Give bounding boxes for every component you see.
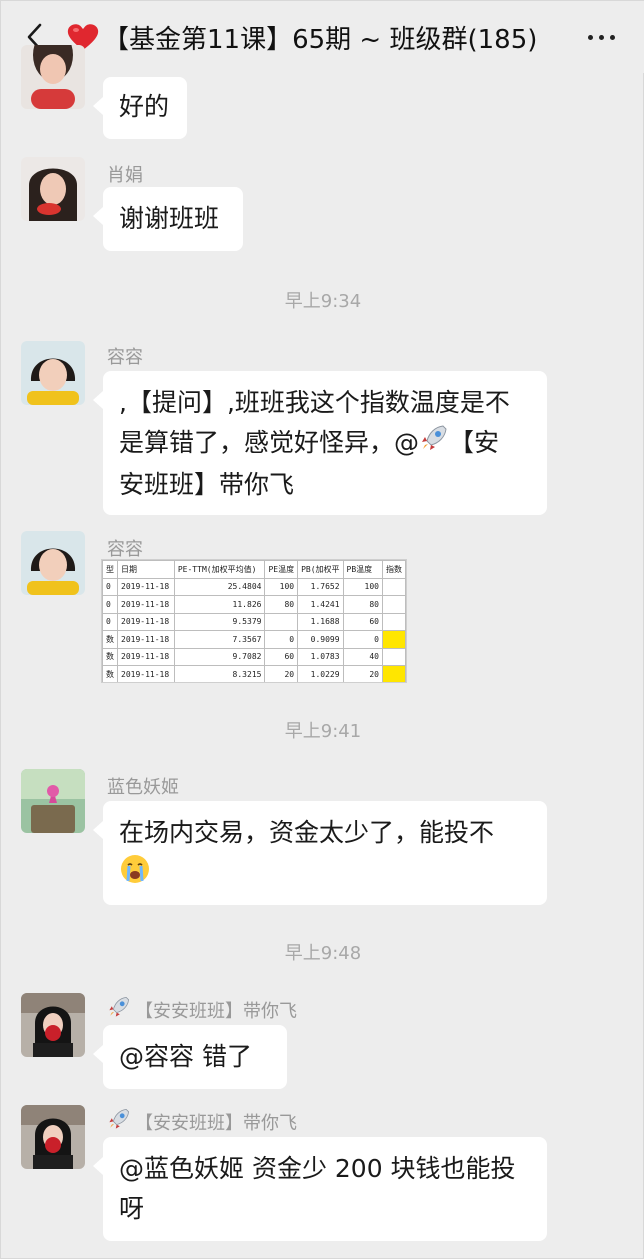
table-cell [381, 647, 406, 666]
table-cell: 20 [264, 665, 299, 682]
shared-image-table[interactable]: 型 日期 PE-TTM(加权平均值) PE温度 PB(加权平 PB温度 指数 0… [101, 559, 407, 683]
table-row: 数 2019-11-18 7.3567 0 0.9099 0 [102, 630, 406, 649]
index-temperature-table: 型 日期 PE-TTM(加权平均值) PE温度 PB(加权平 PB温度 指数 0… [102, 560, 406, 682]
sender-name: 容容 [107, 539, 143, 560]
table-cell: 指数 [381, 560, 406, 579]
message-line: ,【提问】,班班我这个指数温度是不 [119, 388, 510, 417]
table-row: 0 2019-11-18 25.4804 100 1.7652 100 [102, 577, 406, 596]
chat-title: 【基金第11课】65期 ~ 班级群(185) [103, 24, 538, 55]
table-cell [381, 612, 406, 631]
avatar[interactable] [21, 993, 85, 1057]
sender-name: 【安安班班】带你飞 [107, 1107, 297, 1136]
table-cell: 80 [264, 595, 299, 614]
rocket-icon [107, 1107, 131, 1136]
chat-screen: 【基金第11课】65期 ~ 班级群(185) 好的 肖娟 谢谢班班 早上9:34 [0, 0, 644, 1259]
table-row: 数 2019-11-18 9.7082 60 1.0783 40 [102, 647, 406, 666]
table-cell [381, 577, 406, 596]
table-cell: 60 [342, 612, 383, 631]
chat-title-group: 【基金第11课】65期 ~ 班级群(185) [67, 19, 537, 55]
table-row: 数 2019-11-18 8.3215 20 1.0229 20 [102, 665, 406, 682]
avatar[interactable] [21, 531, 85, 595]
sender-name: 容容 [107, 347, 143, 368]
table-cell: 数 [102, 630, 118, 649]
table-cell: 0 [102, 577, 118, 596]
table-cell: 1.1688 [297, 612, 344, 631]
message-bubble[interactable]: 谢谢班班 [93, 187, 243, 251]
avatar[interactable] [21, 769, 85, 833]
avatar[interactable] [21, 1105, 85, 1169]
message-text: 谢谢班班 [119, 204, 220, 233]
message-bubble[interactable]: ,【提问】,班班我这个指数温度是不 是算错了，感觉好怪异，@ 【安 安班班】带你… [93, 371, 547, 515]
message-bubble[interactable]: 在场内交易，资金太少了，能投不 [93, 801, 547, 905]
timestamp: 早上9:48 [284, 943, 362, 964]
table-cell: 数 [102, 665, 118, 682]
timestamp: 早上9:34 [284, 291, 362, 312]
message-bubble[interactable]: 好的 [93, 77, 187, 139]
table-cell: 11.826 [173, 595, 266, 614]
table-cell: 80 [342, 595, 383, 614]
table-cell: 2019-11-18 [117, 612, 175, 631]
table-cell: 2019-11-18 [117, 577, 175, 596]
message-text: @容容 错了 [119, 1042, 252, 1071]
message-line: 安班班】带你飞 [119, 470, 295, 499]
table-row: 0 2019-11-18 11.826 80 1.4241 80 [102, 595, 406, 614]
rocket-icon [107, 995, 131, 1024]
message-line: 是算错了，感觉好怪异，@ 【安 [119, 423, 531, 465]
message-line: 呀 [119, 1194, 145, 1223]
table-cell [381, 595, 406, 614]
message-line: 在场内交易，资金太少了，能投不 [119, 818, 495, 847]
table-cell: 7.3567 [173, 630, 266, 649]
sender-name: 肖娟 [107, 165, 143, 186]
table-cell: 2019-11-18 [117, 647, 175, 666]
message-text: 好的 [119, 92, 170, 121]
message-line [119, 853, 531, 897]
avatar[interactable] [21, 341, 85, 405]
table-cell: 1.7652 [297, 577, 344, 596]
table-cell: PB(加权平 [297, 560, 344, 579]
table-cell: 0 [102, 612, 118, 631]
crying-face-icon [119, 853, 151, 897]
timestamp: 早上9:41 [284, 721, 362, 742]
message-line: @蓝色妖姬 资金少 200 块钱也能投 [119, 1154, 516, 1183]
table-cell: 日期 [117, 560, 175, 579]
table-cell: 0.9099 [297, 630, 344, 649]
table-cell: 60 [264, 647, 299, 666]
table-cell [264, 612, 299, 631]
chat-header: 【基金第11课】65期 ~ 班级群(185) [1, 1, 644, 73]
table-cell: 100 [342, 577, 383, 596]
table-cell: 0 [342, 630, 383, 649]
table-cell: 1.0783 [297, 647, 344, 666]
table-cell: 1.4241 [297, 595, 344, 614]
table-cell: 2019-11-18 [117, 665, 175, 682]
table-cell: 8.3215 [173, 665, 266, 682]
table-cell: PE-TTM(加权平均值) [173, 560, 266, 579]
table-cell: PB温度 [342, 560, 383, 579]
table-cell: 25.4804 [173, 577, 266, 596]
message-bubble[interactable]: @蓝色妖姬 资金少 200 块钱也能投 呀 [93, 1137, 547, 1241]
table-cell: 9.5379 [173, 612, 266, 631]
table-cell: 数 [102, 647, 118, 666]
table-row: 0 2019-11-18 9.5379 1.1688 60 [102, 612, 406, 631]
rocket-icon [419, 423, 449, 465]
highlight-cell [381, 665, 406, 682]
table-cell: 20 [342, 665, 383, 682]
highlight-cell [381, 630, 406, 649]
table-cell: 40 [342, 647, 383, 666]
table-cell: 2019-11-18 [117, 595, 175, 614]
avatar[interactable] [21, 157, 85, 221]
message-bubble[interactable]: @容容 错了 [93, 1025, 287, 1089]
table-cell: 0 [264, 630, 299, 649]
table-cell: PE温度 [264, 560, 299, 579]
avatar[interactable] [21, 45, 85, 109]
more-dots-icon[interactable] [581, 23, 621, 51]
table-header-row: 型 日期 PE-TTM(加权平均值) PE温度 PB(加权平 PB温度 指数 [102, 560, 406, 579]
table-cell: 9.7082 [173, 647, 266, 666]
table-cell: 型 [102, 560, 118, 579]
sender-name: 蓝色妖姬 [107, 777, 179, 798]
table-cell: 0 [102, 595, 118, 614]
table-cell: 1.0229 [297, 665, 344, 682]
sender-name: 【安安班班】带你飞 [107, 995, 297, 1024]
table-cell: 2019-11-18 [117, 630, 175, 649]
table-cell: 100 [264, 577, 299, 596]
